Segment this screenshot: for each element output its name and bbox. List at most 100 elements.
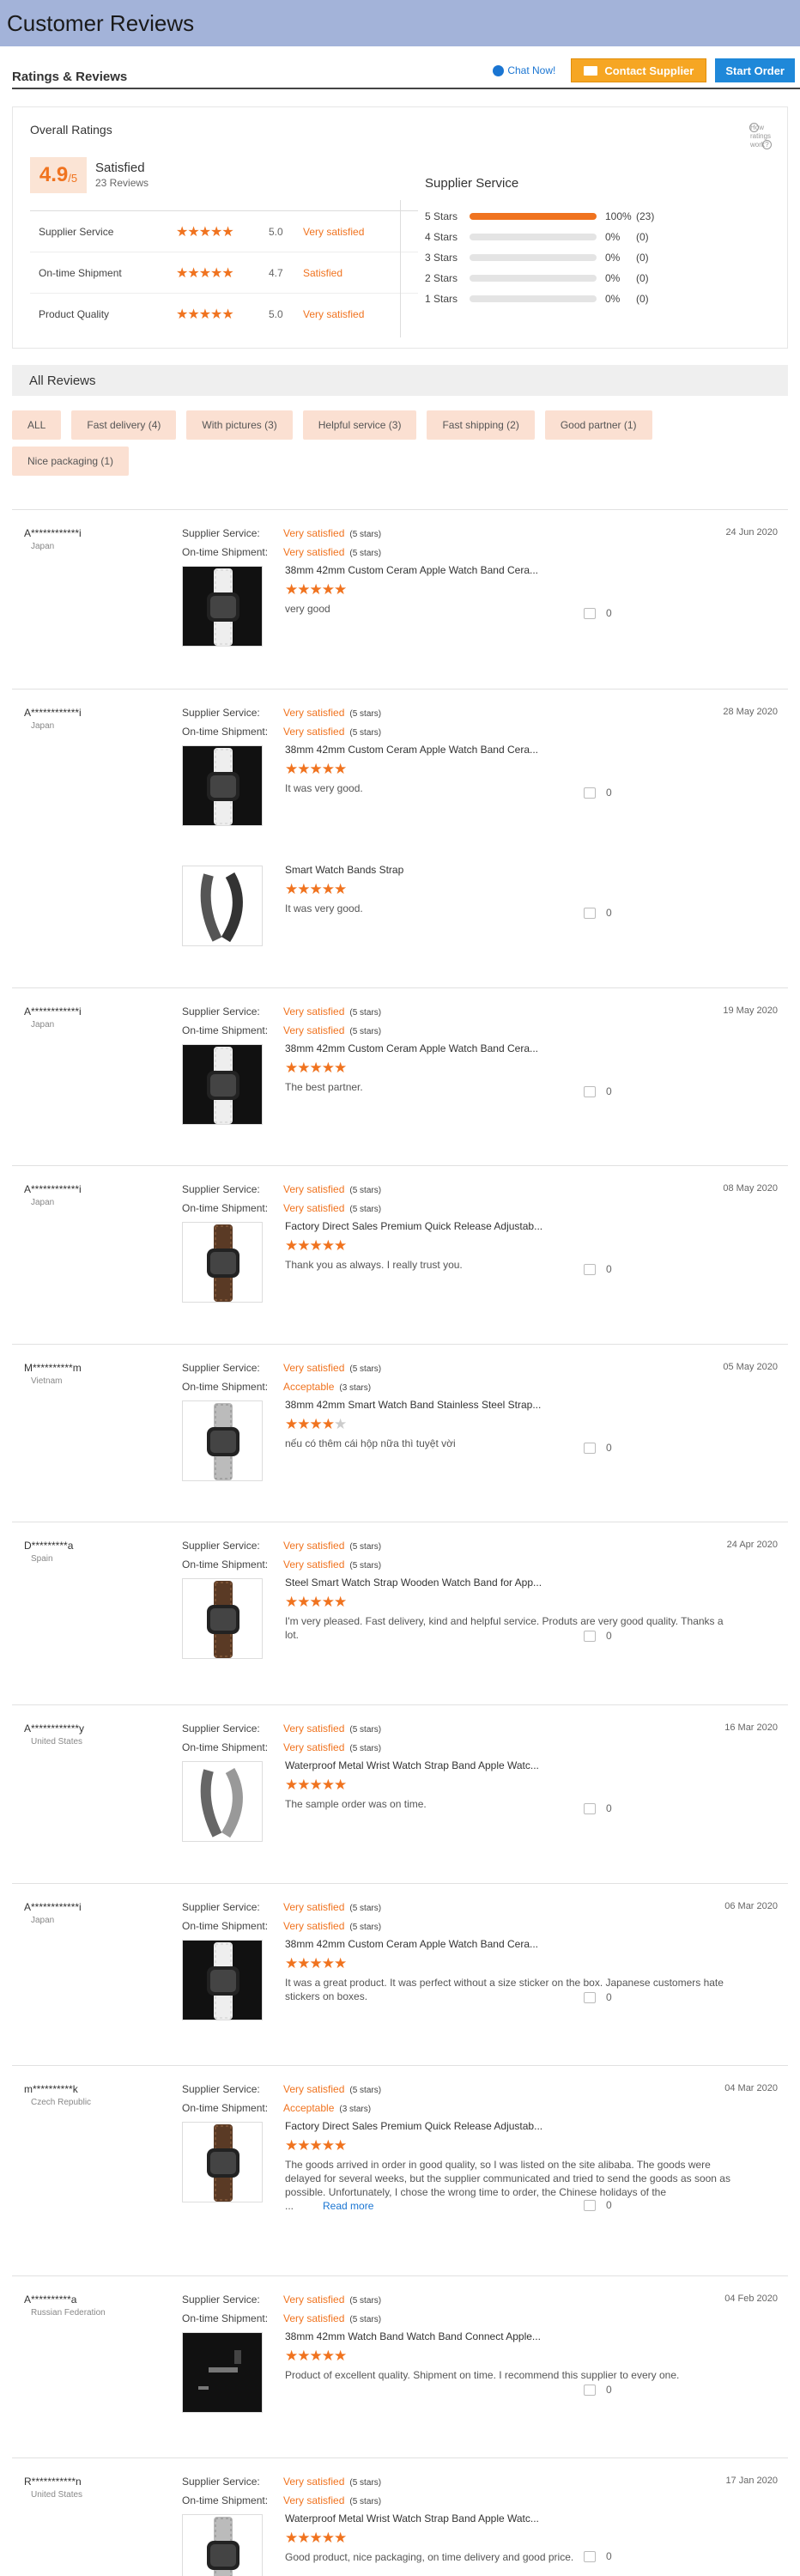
reviewer-country: United States	[31, 2490, 83, 2500]
dist-percent: 0%	[605, 293, 621, 305]
review-item: M**********m Vietnam 05 May 2020 Supplier S…	[12, 1344, 788, 1522]
like-control[interactable]: 0	[584, 907, 612, 919]
filter-tag[interactable]: Fast delivery (4)	[71, 410, 177, 440]
review-count: 23 Reviews	[95, 177, 149, 189]
product-image[interactable]	[182, 866, 263, 946]
review-body: very good	[285, 603, 330, 615]
like-control[interactable]: 0	[584, 1802, 612, 1814]
product-image[interactable]	[182, 2122, 263, 2202]
product-image[interactable]	[182, 1044, 263, 1125]
thumbs-up-icon	[584, 1442, 596, 1454]
product-title[interactable]: 38mm 42mm Custom Ceram Apple Watch Band …	[285, 1042, 538, 1054]
star-icon: ★	[297, 581, 310, 598]
rating-value: Very satisfied	[283, 1558, 345, 1571]
star-icon: ★	[187, 307, 199, 322]
metric-row: Supplier Service ★★★★★ 5.0 Very satisfied	[30, 210, 418, 252]
review-item: A************i Japan 08 May 2020 Supplier S…	[12, 1165, 788, 1343]
product-image[interactable]	[182, 2514, 263, 2576]
review-body: I'm very pleased. Fast delivery, kind an…	[285, 1615, 724, 1641]
star-icon: ★	[198, 224, 211, 240]
dist-count: (0)	[636, 293, 649, 305]
read-more-link[interactable]: Read more	[323, 2200, 373, 2212]
product-image[interactable]	[182, 1940, 263, 2020]
filter-tag[interactable]: ALL	[12, 410, 62, 440]
star-icon: ★	[309, 1955, 323, 1971]
product-rating: ★★★★★	[285, 1416, 347, 1433]
dist-row: 2 Stars 0% (0)	[425, 268, 768, 289]
like-count: 0	[606, 907, 612, 919]
like-control[interactable]: 0	[584, 2384, 612, 2396]
chat-now-link[interactable]: Chat Now!	[493, 64, 555, 76]
review-body: The sample order was on time.	[285, 1798, 427, 1810]
product-title[interactable]: 38mm 42mm Smart Watch Band Stainless Ste…	[285, 1399, 541, 1411]
like-control[interactable]: 0	[584, 607, 612, 619]
rating-line: Supplier Service: Very satisfied (5 stars)	[182, 2476, 381, 2488]
product-title[interactable]: Waterproof Metal Wrist Watch Strap Band …	[285, 1759, 539, 1771]
product-title[interactable]: Steel Smart Watch Strap Wooden Watch Ban…	[285, 1577, 542, 1589]
like-control[interactable]: 0	[584, 2199, 612, 2211]
product-image[interactable]	[182, 1400, 263, 1481]
reviewer-country: Japan	[31, 1198, 55, 1207]
like-control[interactable]: 0	[584, 2550, 612, 2562]
star-icon: ★	[321, 1594, 335, 1610]
star-rating: ★★★★★	[176, 264, 262, 282]
star-icon: ★	[198, 265, 211, 281]
metric-value: 5.0	[269, 307, 283, 320]
product-title[interactable]: Waterproof Metal Wrist Watch Strap Band …	[285, 2512, 539, 2524]
envelope-icon	[584, 65, 598, 76]
like-control[interactable]: 0	[584, 1263, 612, 1275]
review-date: 08 May 2020	[723, 1183, 778, 1194]
rating-stars-text: (5 stars)	[349, 1744, 382, 1753]
filter-tag[interactable]: Good partner (1)	[544, 410, 652, 440]
product-title[interactable]: Factory Direct Sales Premium Quick Relea…	[285, 2120, 542, 2132]
like-control[interactable]: 0	[584, 1442, 612, 1454]
filter-tag[interactable]: Helpful service (3)	[302, 410, 417, 440]
like-control[interactable]: 0	[584, 1630, 612, 1642]
product-image[interactable]	[182, 745, 263, 826]
metric-value: 5.0	[269, 225, 283, 238]
star-icon: ★	[297, 1777, 310, 1793]
rating-label: Supplier Service:	[182, 527, 260, 539]
star-icon: ★	[309, 2348, 323, 2364]
star-icon: ★	[210, 224, 222, 240]
rating-stars-text: (5 stars)	[349, 728, 382, 738]
how-ratings-link[interactable]: How ratings work?	[746, 123, 772, 149]
product-title[interactable]: 38mm 42mm Watch Band Watch Band Connect …	[285, 2330, 541, 2342]
ratings-header: Ratings & Reviews Chat Now! Contact Supp…	[12, 46, 800, 89]
product-title[interactable]: Smart Watch Bands Strap	[285, 864, 403, 876]
star-icon: ★	[309, 2137, 323, 2154]
product-image[interactable]	[182, 1578, 263, 1659]
star-icon: ★	[297, 2530, 310, 2546]
like-control[interactable]: 0	[584, 787, 612, 799]
filter-tag[interactable]: With pictures (3)	[186, 410, 293, 440]
star-icon: ★	[334, 2530, 347, 2546]
like-control[interactable]: 0	[584, 1085, 612, 1097]
product-title[interactable]: Factory Direct Sales Premium Quick Relea…	[285, 1220, 542, 1232]
product-title[interactable]: 38mm 42mm Custom Ceram Apple Watch Band …	[285, 744, 538, 756]
star-icon: ★	[297, 1060, 310, 1076]
like-control[interactable]: 0	[584, 1991, 612, 2003]
product-image[interactable]	[182, 2332, 263, 2413]
like-count: 0	[606, 1991, 612, 2003]
metric-value: 4.7	[269, 266, 283, 279]
star-icon: ★	[321, 1237, 335, 1254]
filter-tag[interactable]: Nice packaging (1)	[12, 447, 130, 476]
product-image[interactable]	[182, 1222, 263, 1303]
rating-value: Very satisfied	[283, 2494, 345, 2506]
product-image[interactable]	[182, 566, 263, 647]
reviewed-product: Steel Smart Watch Strap Wooden Watch Ban…	[182, 1577, 724, 1659]
rating-line: Supplier Service: Very satisfied (5 stars)	[182, 1540, 381, 1552]
rating-stars-text: (5 stars)	[349, 2086, 382, 2095]
filter-tag[interactable]: Fast shipping (2)	[427, 410, 535, 440]
review-date: 24 Jun 2020	[725, 527, 778, 538]
like-count: 0	[606, 1802, 612, 1814]
product-title[interactable]: 38mm 42mm Custom Ceram Apple Watch Band …	[285, 1938, 538, 1950]
start-order-button[interactable]: Start Order	[715, 58, 795, 82]
product-rating: ★★★★★	[285, 2348, 347, 2365]
product-image[interactable]	[182, 1761, 263, 1842]
product-title[interactable]: 38mm 42mm Custom Ceram Apple Watch Band …	[285, 564, 538, 576]
review-date: 04 Mar 2020	[724, 2083, 778, 2093]
star-icon: ★	[285, 881, 298, 897]
rating-stars-text: (5 stars)	[349, 1205, 382, 1214]
contact-supplier-button[interactable]: Contact Supplier	[571, 58, 707, 82]
